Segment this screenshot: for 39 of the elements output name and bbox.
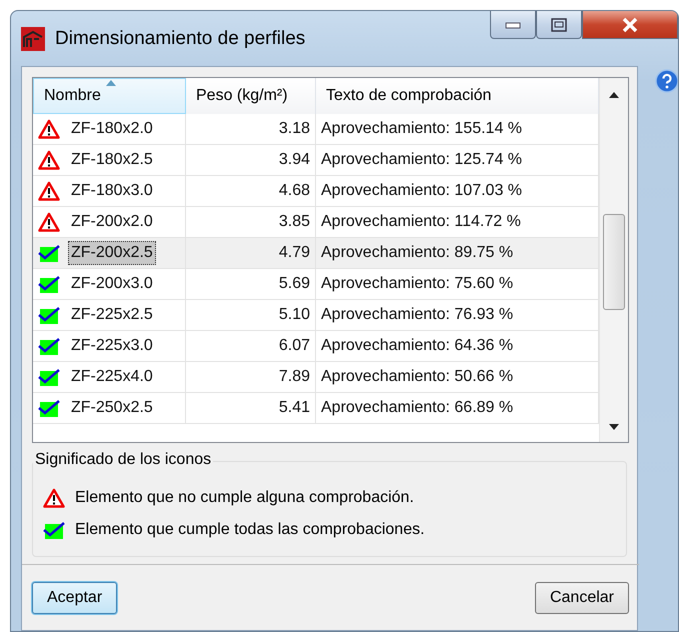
- check-text-cell: Aprovechamiento: 114.72 %: [316, 207, 599, 238]
- profile-name[interactable]: ZF-200x2.5: [68, 241, 156, 265]
- check-text-cell: Aprovechamiento: 89.75 %: [316, 238, 599, 269]
- check-text-cell: Aprovechamiento: 107.03 %: [316, 176, 599, 207]
- profile-name[interactable]: ZF-180x3.0: [68, 179, 156, 203]
- profile-name[interactable]: ZF-180x2.0: [68, 117, 156, 141]
- weight-cell: 5.10: [186, 300, 316, 331]
- weight-cell: 5.69: [186, 269, 316, 300]
- check-text-cell: Aprovechamiento: 64.36 %: [316, 331, 599, 362]
- profile-name[interactable]: ZF-225x2.5: [68, 303, 156, 327]
- weight-cell: 6.07: [186, 331, 316, 362]
- weight-cell: 3.18: [186, 114, 316, 145]
- profile-name[interactable]: ZF-180x2.5: [68, 148, 156, 172]
- column-header[interactable]: Nombre: [33, 78, 186, 114]
- column-header[interactable]: Peso (kg/m²): [186, 78, 316, 114]
- check-text-cell: Aprovechamiento: 50.66 %: [316, 362, 599, 393]
- profile-name[interactable]: ZF-200x2.0: [68, 210, 156, 234]
- weight-cell: 7.89: [186, 362, 316, 393]
- accept-button[interactable]: Aceptar: [32, 582, 118, 614]
- group-title: Significado de los iconos: [33, 451, 214, 469]
- check-text-cell: Aprovechamiento: 66.89 %: [316, 393, 599, 424]
- profile-name[interactable]: ZF-225x3.0: [68, 334, 156, 358]
- check-text-cell: Aprovechamiento: 75.60 %: [316, 269, 599, 300]
- profile-name[interactable]: ZF-225x4.0: [68, 365, 156, 389]
- profile-name[interactable]: ZF-200x3.0: [68, 272, 156, 296]
- weight-cell: 5.41: [186, 393, 316, 424]
- profile-name[interactable]: ZF-250x2.5: [68, 396, 156, 420]
- weight-cell: 3.85: [186, 207, 316, 238]
- window-title: Dimensionamiento de perfiles: [55, 28, 306, 50]
- weight-cell: 3.94: [186, 145, 316, 176]
- check-text-cell: Aprovechamiento: 125.74 %: [316, 145, 599, 176]
- weight-cell: 4.68: [186, 176, 316, 207]
- check-text-cell: Aprovechamiento: 155.14 %: [316, 114, 599, 145]
- legend-text: Elemento que no cumple alguna comprobación.: [75, 489, 414, 507]
- legend-text: Elemento que cumple todas las comprobaciones.: [75, 521, 425, 539]
- column-header[interactable]: Texto de comprobación: [316, 78, 599, 114]
- cancel-button[interactable]: Cancelar: [534, 582, 629, 614]
- check-text-cell: Aprovechamiento: 76.93 %: [316, 300, 599, 331]
- weight-cell: 4.79: [186, 238, 316, 269]
